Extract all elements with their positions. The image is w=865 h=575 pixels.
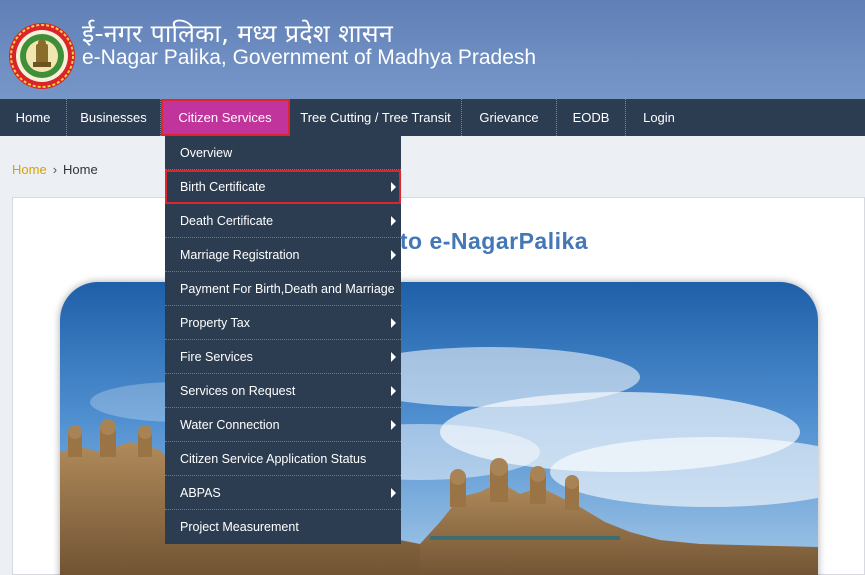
- dropdown-item-label: Payment For Birth,Death and Marriage: [180, 281, 395, 296]
- dropdown-item-label: Services on Request: [180, 383, 296, 398]
- site-title-english: e-Nagar Palika, Government of Madhya Pra…: [82, 46, 537, 69]
- dropdown-item-label: Project Measurement: [180, 520, 299, 534]
- nav-citizen-services-label: Citizen Services: [178, 110, 272, 125]
- dropdown-item-label: ABPAS: [180, 485, 221, 500]
- dropdown-item-fire-services[interactable]: Fire Services: [165, 340, 401, 374]
- submenu-arrow-icon: [391, 487, 396, 498]
- nav-tree-cutting-label: Tree Cutting / Tree Transit: [300, 110, 451, 125]
- dropdown-item-project-measurement[interactable]: Project Measurement: [165, 510, 401, 544]
- dropdown-item-water-connection[interactable]: Water Connection: [165, 408, 401, 442]
- breadcrumb: Home › Home: [12, 162, 98, 177]
- dropdown-item-marriage-registration[interactable]: Marriage Registration: [165, 238, 401, 272]
- dropdown-item-birth-certificate[interactable]: Birth Certificate: [165, 170, 401, 204]
- dropdown-item-label: Death Certificate: [180, 213, 274, 228]
- nav-tree-cutting[interactable]: Tree Cutting / Tree Transit: [290, 99, 462, 136]
- dropdown-item-services-on-request[interactable]: Services on Request: [165, 374, 401, 408]
- nav-eodb[interactable]: EODB: [557, 99, 626, 136]
- dropdown-item-label: Fire Services: [180, 349, 253, 364]
- submenu-arrow-icon: [391, 215, 396, 226]
- submenu-arrow-icon: [391, 351, 396, 362]
- nav-home-label: Home: [15, 110, 51, 125]
- dropdown-item-label: Citizen Service Application Status: [180, 451, 367, 466]
- nav-businesses[interactable]: Businesses: [67, 99, 161, 136]
- submenu-arrow-icon: [391, 249, 396, 260]
- dropdown-item-abpas[interactable]: ABPAS: [165, 476, 401, 510]
- breadcrumb-home-link[interactable]: Home: [12, 162, 47, 177]
- dropdown-item-label: Birth Certificate: [180, 179, 266, 194]
- nav-citizen-services[interactable]: Citizen Services: [161, 99, 290, 136]
- citizen-services-dropdown: Overview Birth Certificate Death Certifi…: [165, 136, 401, 544]
- nav-login-label: Login: [643, 110, 675, 125]
- mp-government-emblem-icon[interactable]: [8, 22, 76, 90]
- dropdown-item-application-status[interactable]: Citizen Service Application Status: [165, 442, 401, 476]
- dropdown-item-property-tax[interactable]: Property Tax: [165, 306, 401, 340]
- nav-businesses-label: Businesses: [80, 110, 147, 125]
- nav-eodb-label: EODB: [572, 110, 610, 125]
- breadcrumb-current: Home: [63, 162, 98, 177]
- dropdown-item-payment[interactable]: Payment For Birth,Death and Marriage: [165, 272, 401, 306]
- nav-home[interactable]: Home: [0, 99, 67, 136]
- submenu-arrow-icon: [391, 385, 396, 396]
- dropdown-item-overview[interactable]: Overview: [165, 136, 401, 170]
- submenu-arrow-icon: [391, 181, 396, 192]
- nav-grievance[interactable]: Grievance: [462, 99, 557, 136]
- nav-grievance-label: Grievance: [479, 110, 539, 125]
- welcome-heading: Welcome to e-NagarPalika: [288, 228, 589, 254]
- site-title-hindi: ई-नगर पालिका, मध्य प्रदेश शासन: [82, 19, 393, 48]
- breadcrumb-separator: ›: [52, 162, 58, 177]
- submenu-arrow-icon: [391, 419, 396, 430]
- dropdown-item-label: Overview: [180, 145, 233, 160]
- site-header: ई-नगर पालिका, मध्य प्रदेश शासन e-Nagar P…: [0, 0, 865, 99]
- dropdown-item-label: Property Tax: [180, 315, 250, 330]
- main-nav: Home Businesses Citizen Services Tree Cu…: [0, 99, 865, 136]
- nav-login[interactable]: Login: [626, 99, 692, 136]
- submenu-arrow-icon: [391, 317, 396, 328]
- dropdown-item-label: Water Connection: [180, 417, 280, 432]
- dropdown-item-label: Marriage Registration: [180, 247, 300, 262]
- dropdown-item-death-certificate[interactable]: Death Certificate: [165, 204, 401, 238]
